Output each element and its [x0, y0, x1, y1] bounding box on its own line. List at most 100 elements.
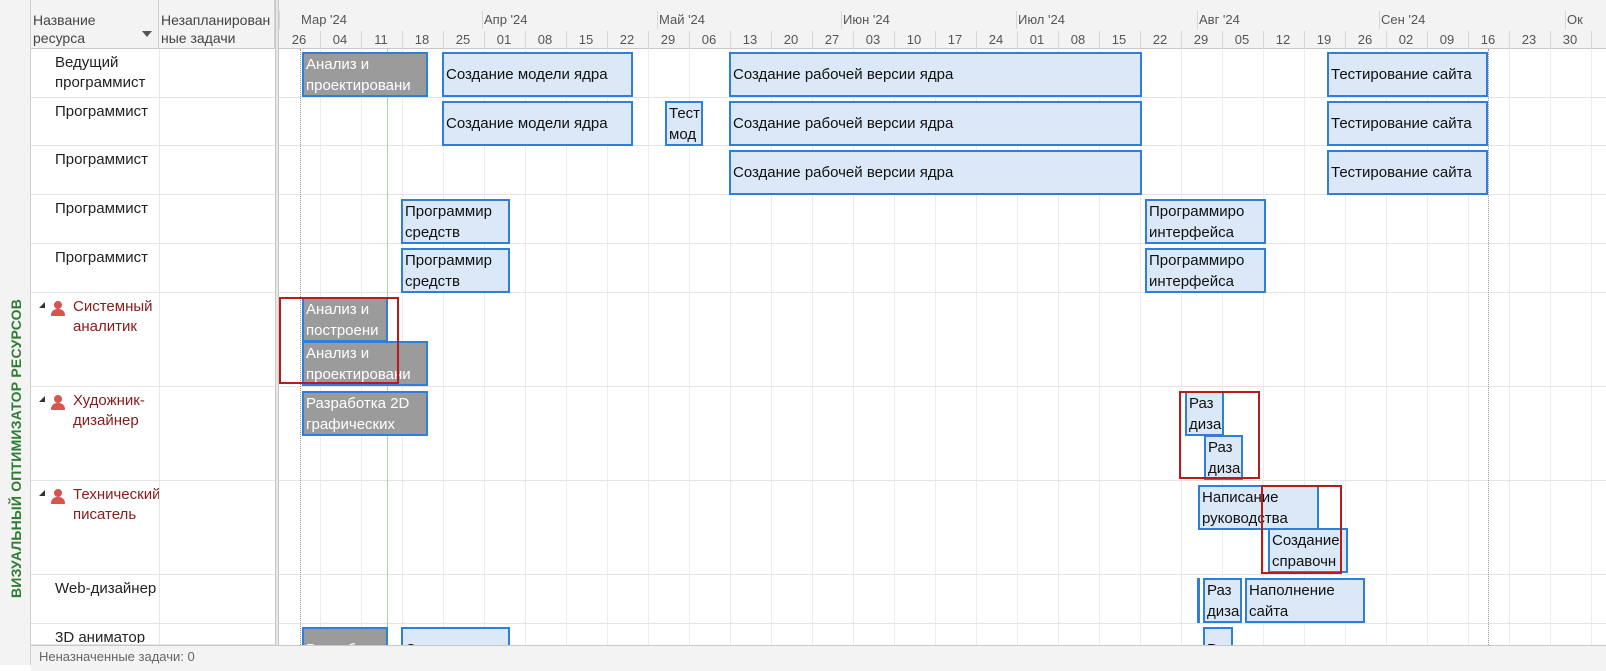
- collapse-triangle-icon[interactable]: [39, 302, 45, 308]
- task-bar[interactable]: Раз диза: [1203, 578, 1242, 623]
- task-bar-label: Создание рабочей версии ядра: [733, 66, 954, 83]
- resource-row[interactable]: Программист: [31, 146, 275, 195]
- resource-row[interactable]: Программист: [31, 98, 275, 146]
- resource-row[interactable]: Ведущий программист: [31, 49, 275, 98]
- timescale-week: 08: [537, 32, 553, 47]
- task-bar[interactable]: Создание рабочей версии ядра: [729, 101, 1142, 146]
- timescale-month: Ок: [1567, 12, 1583, 27]
- resource-name: Ведущий программист: [55, 54, 146, 91]
- resource-row[interactable]: Программист: [31, 244, 275, 293]
- grid-row-line: [279, 574, 1606, 575]
- task-bar-label-line2: проектировани: [306, 77, 411, 94]
- timescale-week: 04: [332, 32, 348, 47]
- gantt-grid: Анализ и проектировани Создание модели ядр…: [279, 49, 1606, 645]
- task-bar-label: Создание модели ядра: [446, 115, 608, 132]
- timescale-week: 15: [578, 32, 594, 47]
- resource-name: Технический писатель: [73, 486, 161, 523]
- timescale-week: 09: [1439, 32, 1455, 47]
- resource-row[interactable]: Художник-дизайнер: [31, 387, 275, 481]
- overallocated-resource-icon: [51, 489, 65, 505]
- timescale-week: 20: [783, 32, 799, 47]
- timescale-week: 29: [660, 32, 676, 47]
- resource-name: Web-дизайнер: [55, 580, 157, 597]
- column-header-unplanned[interactable]: Незапланированные задачи: [159, 0, 275, 49]
- task-bar-label-line2: средств: [405, 224, 460, 241]
- task-bar[interactable]: Тестирование сайта: [1327, 52, 1488, 97]
- timescale-week: 13: [742, 32, 758, 47]
- task-bar-label: Анализ и: [306, 56, 370, 73]
- timescale-week: 24: [988, 32, 1004, 47]
- task-bar-label: Тестирование сайта: [1331, 66, 1472, 83]
- column-header-resource-name[interactable]: Название ресурса: [31, 0, 159, 49]
- sort-dropdown-icon[interactable]: [142, 31, 152, 37]
- month-separator: [1565, 11, 1566, 29]
- timescale-week: 01: [496, 32, 512, 47]
- task-bar-label: Тестирование сайта: [1331, 164, 1472, 181]
- task-bar-label: Разработк: [306, 629, 384, 645]
- task-bar[interactable]: Раз: [1203, 627, 1233, 645]
- task-bar[interactable]: Создание модели ядра: [442, 52, 633, 97]
- project-boundary-line: [1488, 49, 1489, 645]
- task-bar-label-line2: средств: [405, 273, 460, 290]
- collapse-triangle-icon[interactable]: [39, 490, 45, 496]
- task-bar-label: Программиро: [1149, 203, 1245, 220]
- grid-row-line: [279, 623, 1606, 624]
- grid-week-line: [1590, 49, 1592, 645]
- month-separator: [482, 11, 483, 29]
- resource-name: 3D аниматор: [55, 629, 146, 643]
- timescale: Мар '24 Апр '24 Май '24 Июн '24 Июл '24 Авг '…: [279, 0, 1606, 49]
- timescale-week: 11: [374, 32, 388, 47]
- column-header-resource-name-label: Название ресурса: [33, 12, 96, 46]
- task-bar[interactable]: Тестирование сайта: [1327, 101, 1488, 146]
- task-bar[interactable]: Тестирование сайта: [1327, 150, 1488, 195]
- month-separator: [279, 11, 280, 29]
- task-bar-label: Программир: [405, 203, 492, 220]
- task-bar[interactable]: Создание рабочей версии ядра: [729, 150, 1142, 195]
- task-bar[interactable]: Создание модели ядра: [442, 101, 633, 146]
- unplanned-tasks-cell: [159, 293, 160, 386]
- resource-row[interactable]: Системный аналитик: [31, 293, 275, 387]
- resource-name: Программист: [55, 103, 148, 120]
- timescale-week: 01: [1029, 32, 1045, 47]
- task-bar[interactable]: Разработка 2D графических: [302, 391, 428, 436]
- unplanned-tasks-cell: [159, 98, 160, 145]
- timescale-week: 23: [1521, 32, 1537, 47]
- overallocated-resource-icon: [51, 395, 65, 411]
- unplanned-tasks-cell: [159, 387, 160, 480]
- task-bar[interactable]: Наполнение сайта: [1245, 578, 1365, 623]
- overallocation-marker: [279, 297, 399, 384]
- status-footer: Неназначенные задачи: 0: [31, 645, 1606, 671]
- timescale-week: 22: [1152, 32, 1168, 47]
- timescale-week: 06: [701, 32, 717, 47]
- resource-row[interactable]: Программист: [31, 195, 275, 244]
- unplanned-tasks-cell: [159, 624, 160, 644]
- grid-row-line: [279, 480, 1606, 481]
- month-separator: [1379, 11, 1380, 29]
- month-separator: [657, 11, 658, 29]
- resource-row[interactable]: Web-дизайнер: [31, 575, 275, 624]
- bar-stack-edge: [1197, 578, 1200, 623]
- task-bar[interactable]: Анализ и проектировани: [302, 52, 428, 97]
- collapse-triangle-icon[interactable]: [39, 396, 45, 402]
- side-strip: ВИЗУАЛЬНЫЙ ОПТИМИЗАТОР РЕСУРСОВ: [0, 0, 31, 665]
- task-bar[interactable]: Программиро интерфейса: [1145, 248, 1266, 293]
- task-bar[interactable]: Создание рабочей версии ядра: [729, 52, 1142, 97]
- task-bar[interactable]: Программир средств: [401, 248, 510, 293]
- grid-row-line: [279, 386, 1606, 387]
- task-bar[interactable]: Создание: [401, 627, 510, 645]
- grid-week-line: [1221, 49, 1223, 645]
- task-bar[interactable]: Разработк: [302, 627, 388, 645]
- task-bar[interactable]: Тест мод: [665, 101, 703, 146]
- timescale-week: 12: [1275, 32, 1291, 47]
- timescale-week: 30: [1562, 32, 1578, 47]
- task-bar[interactable]: Программиро интерфейса: [1145, 199, 1266, 244]
- month-separator: [1197, 11, 1198, 29]
- task-bar[interactable]: Программир средств: [401, 199, 510, 244]
- resource-row[interactable]: 3D аниматор: [31, 624, 275, 645]
- view-title-vertical: ВИЗУАЛЬНЫЙ ОПТИМИЗАТОР РЕСУРСОВ: [8, 298, 24, 598]
- resource-name: Программист: [55, 249, 148, 266]
- resource-row[interactable]: Технический писатель: [31, 481, 275, 575]
- task-bar-label: Разработка 2D: [306, 395, 410, 412]
- timescale-month: Авг '24: [1199, 12, 1240, 27]
- timescale-week: 29: [1193, 32, 1209, 47]
